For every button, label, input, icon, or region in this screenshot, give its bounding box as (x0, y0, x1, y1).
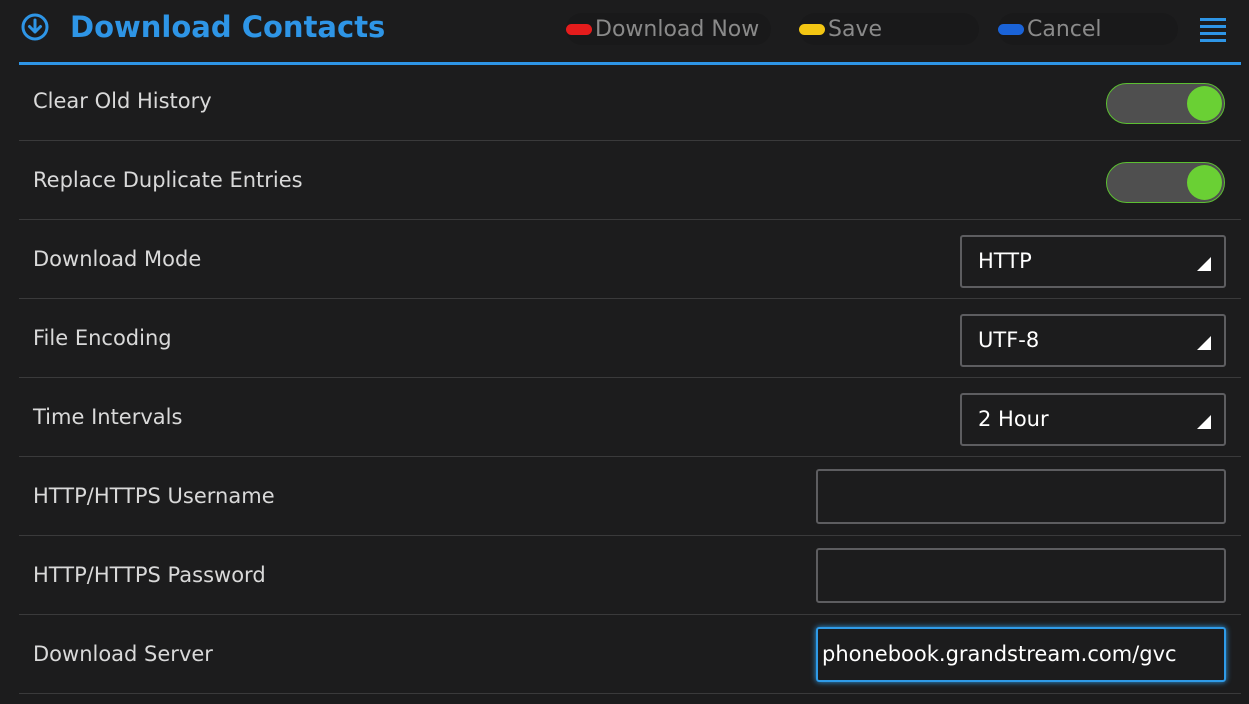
clear-old-history-label: Clear Old History (33, 89, 212, 113)
file-encoding-select[interactable]: UTF-8 (960, 314, 1226, 367)
username-value (822, 471, 1222, 522)
time-intervals-label: Time Intervals (33, 405, 183, 429)
row-time-intervals: Time Intervals 2 Hour (19, 378, 1241, 457)
blue-key-icon (998, 23, 1024, 35)
row-download-server: Download Server phonebook.grandstream.co… (19, 615, 1241, 694)
download-server-value: phonebook.grandstream.com/gvc (822, 642, 1177, 666)
download-mode-label: Download Mode (33, 247, 202, 271)
download-now-button[interactable]: Download Now (566, 13, 771, 45)
replace-duplicates-label: Replace Duplicate Entries (33, 168, 303, 192)
row-replace-duplicates: Replace Duplicate Entries (19, 141, 1241, 220)
toggle-knob (1187, 165, 1222, 200)
download-mode-select[interactable]: HTTP (960, 235, 1226, 288)
yellow-key-icon (799, 23, 825, 35)
dropdown-corner-icon (1197, 336, 1211, 350)
toggle-knob (1187, 86, 1222, 121)
screen: Download Contacts Download Now Save Canc… (0, 0, 1249, 704)
password-label: HTTP/HTTPS Password (33, 563, 266, 587)
dropdown-corner-icon (1197, 415, 1211, 429)
password-input[interactable] (816, 548, 1226, 603)
row-clear-old-history: Clear Old History (19, 62, 1241, 141)
cancel-label: Cancel (1027, 16, 1102, 42)
file-encoding-label: File Encoding (33, 326, 172, 350)
time-intervals-select[interactable]: 2 Hour (960, 393, 1226, 446)
menu-lines-icon[interactable] (1200, 17, 1226, 43)
file-encoding-value: UTF-8 (978, 328, 1040, 352)
row-download-mode: Download Mode HTTP (19, 220, 1241, 299)
download-server-input[interactable]: phonebook.grandstream.com/gvc (816, 627, 1226, 682)
download-circle-icon (21, 13, 49, 41)
password-value (822, 550, 1222, 601)
save-label: Save (828, 16, 883, 42)
time-intervals-value: 2 Hour (978, 407, 1049, 431)
username-label: HTTP/HTTPS Username (33, 484, 275, 508)
row-file-encoding: File Encoding UTF-8 (19, 299, 1241, 378)
row-password: HTTP/HTTPS Password (19, 536, 1241, 615)
username-input[interactable] (816, 469, 1226, 524)
title-bar: Download Contacts Download Now Save Canc… (19, 0, 1241, 65)
dropdown-corner-icon (1197, 257, 1211, 271)
download-server-label: Download Server (33, 642, 213, 666)
red-key-icon (566, 23, 592, 35)
settings-panel: Download Contacts Download Now Save Canc… (19, 0, 1241, 704)
download-mode-value: HTTP (978, 249, 1032, 273)
save-button[interactable]: Save (799, 13, 979, 45)
page-title: Download Contacts (70, 10, 386, 44)
download-now-label: Download Now (595, 16, 760, 42)
replace-duplicates-toggle[interactable] (1106, 162, 1225, 203)
clear-old-history-toggle[interactable] (1106, 83, 1225, 124)
cancel-button[interactable]: Cancel (998, 13, 1178, 45)
row-username: HTTP/HTTPS Username (19, 457, 1241, 536)
